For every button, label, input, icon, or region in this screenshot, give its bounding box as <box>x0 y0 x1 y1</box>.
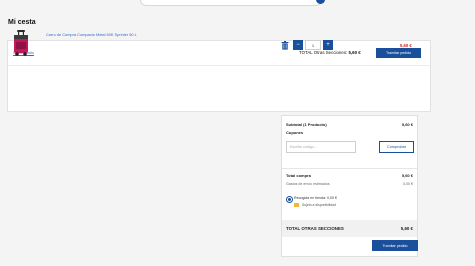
increase-quantity-button[interactable]: + <box>323 40 333 50</box>
cart-total-label: TOTAL Otras Secciones: <box>299 50 348 55</box>
quantity-stepper: − + <box>293 40 333 50</box>
grand-total-label: TOTAL OTRAS SECCIONES <box>286 226 344 231</box>
availability-icon <box>294 203 299 207</box>
order-summary: Subtotal (1 Producto) 5,60 € Cupones Com… <box>281 115 418 257</box>
product-name[interactable]: Carro de Compra Compacto Metal 50K Sprin… <box>46 32 137 37</box>
total-label: Total compra <box>286 173 311 178</box>
search-icon[interactable] <box>316 0 325 4</box>
checkout-button-top[interactable]: Tramitar pedido <box>376 48 421 58</box>
product-image[interactable] <box>13 30 29 56</box>
shipping-value: 0,00 € <box>403 182 413 186</box>
check-coupon-button[interactable]: Comprobar <box>379 141 414 153</box>
quantity-input[interactable] <box>305 40 321 50</box>
coupons-label: Cupones <box>286 130 304 135</box>
decrease-quantity-button[interactable]: − <box>293 40 303 50</box>
page-title: Mi cesta <box>8 18 36 26</box>
divider <box>8 65 430 66</box>
checkout-button-bottom[interactable]: Tramitar pedido <box>372 240 418 251</box>
cart-total-summary: TOTAL Otras Secciones: 5,60 € <box>299 50 361 55</box>
shipping-label: Gastos de envío estimados <box>286 182 330 186</box>
grand-total-row: TOTAL OTRAS SECCIONES 5,60 € <box>282 220 417 237</box>
line-item-price: 5,60 € <box>400 43 412 48</box>
total-value: 5,60 € <box>401 173 413 178</box>
subtotal-label: Subtotal (1 Producto) <box>286 122 327 127</box>
divider <box>282 168 417 169</box>
grand-total-value: 5,60 € <box>400 226 413 231</box>
pickup-label: Recogida en tienda: 0,00 € <box>294 196 337 200</box>
header-search-bar[interactable] <box>140 0 322 6</box>
availability-label: Sujeto a disponibilidad <box>302 203 336 207</box>
cart-total-value: 5,60 € <box>348 50 361 55</box>
subtotal-row: Subtotal (1 Producto) 5,60 € <box>286 122 413 127</box>
trash-icon[interactable] <box>281 41 289 50</box>
total-row: Total compra 5,60 € <box>286 173 413 178</box>
subtotal-value: 5,60 € <box>401 122 413 127</box>
shipping-row: Gastos de envío estimados 0,00 € <box>286 182 413 186</box>
cart-panel: Vaciar carrito TOTAL Otras Secciones: 5,… <box>7 40 431 112</box>
pickup-radio[interactable] <box>286 196 293 203</box>
coupon-code-input[interactable] <box>286 141 356 153</box>
